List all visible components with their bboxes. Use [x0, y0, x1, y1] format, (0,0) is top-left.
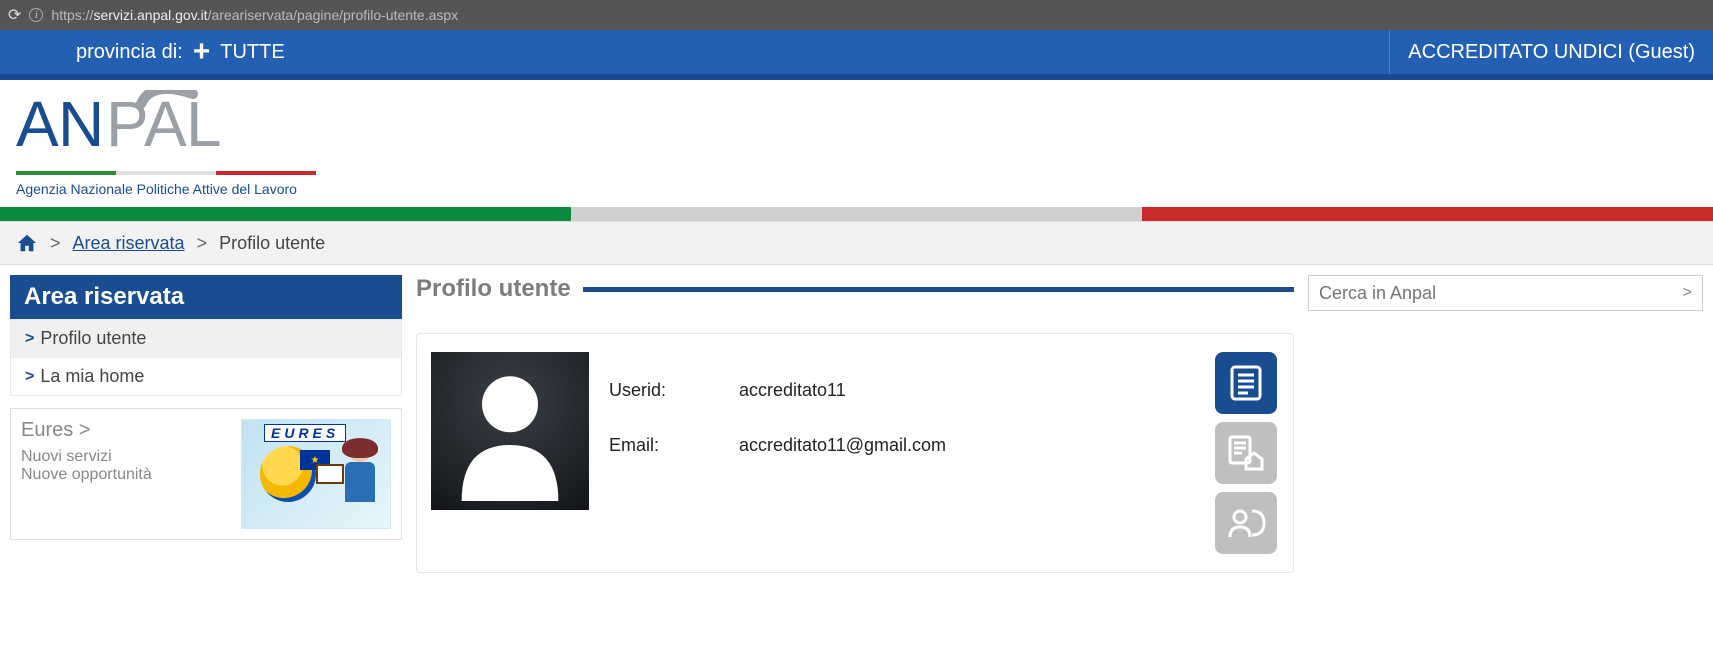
- email-value: accreditato11@gmail.com: [739, 435, 946, 456]
- logo-wordmark: A N P A L: [16, 90, 1713, 165]
- site-info-icon[interactable]: i: [29, 8, 43, 22]
- profile-fields: Userid: accreditato11 Email: accreditato…: [609, 352, 1193, 456]
- chevron-right-icon: >: [25, 330, 34, 348]
- profile-card: Userid: accreditato11 Email: accreditato…: [416, 333, 1294, 573]
- provincia-label: provincia di:: [76, 41, 183, 64]
- url-text[interactable]: https://servizi.anpal.gov.it/areariserva…: [51, 7, 458, 23]
- sidebar-item-label: La mia home: [40, 366, 144, 387]
- profile-details-button[interactable]: [1215, 352, 1277, 414]
- reload-icon[interactable]: ⟳: [8, 5, 21, 25]
- anpal-logo[interactable]: A N P A L Agenzia Nazionale Politiche At…: [16, 90, 1713, 197]
- search-box[interactable]: >: [1308, 275, 1703, 311]
- main-content: Profilo utente Userid: accreditato11 Ema…: [416, 275, 1294, 573]
- svg-text:A: A: [16, 90, 59, 160]
- userid-value: accreditato11: [739, 380, 846, 401]
- tricolor-stripe: [0, 207, 1713, 221]
- user-name-label: ACCREDITATO UNDICI (Guest): [1408, 41, 1695, 64]
- field-userid: Userid: accreditato11: [609, 380, 1193, 401]
- eures-image: EURES ★: [241, 419, 391, 529]
- logo-tricolor-small: [16, 171, 316, 175]
- userid-label: Userid:: [609, 380, 739, 401]
- search-go-icon[interactable]: >: [1683, 284, 1692, 302]
- browser-address-bar: ⟳ i https://servizi.anpal.gov.it/arearis…: [0, 0, 1713, 30]
- sidebar-item-label: Profilo utente: [40, 328, 146, 349]
- eures-promo[interactable]: Eures > Nuovi servizi Nuove opportunità …: [10, 408, 402, 540]
- avatar: [431, 352, 589, 510]
- breadcrumb: > Area riservata > Profilo utente: [0, 221, 1713, 265]
- sidebar-menu: > Profilo utente > La mia home: [10, 319, 402, 396]
- eures-line1: Nuovi servizi: [21, 448, 231, 466]
- sidebar-header: Area riservata: [10, 275, 402, 319]
- profile-actions: [1213, 352, 1279, 554]
- breadcrumb-area-link[interactable]: Area riservata: [73, 233, 185, 254]
- content-header: Profilo utente: [416, 275, 1294, 303]
- email-label: Email:: [609, 435, 739, 456]
- home-icon[interactable]: [16, 232, 38, 254]
- search-input[interactable]: [1319, 283, 1683, 304]
- provincia-selector[interactable]: provincia di: + TUTTE: [76, 37, 285, 67]
- person-illustration: [334, 440, 386, 528]
- user-info[interactable]: ACCREDITATO UNDICI (Guest): [1389, 30, 1713, 74]
- top-bar: provincia di: + TUTTE ACCREDITATO UNDICI…: [0, 30, 1713, 80]
- chevron-right-icon: >: [25, 368, 34, 386]
- header-rule: [583, 287, 1294, 292]
- profile-address-button[interactable]: [1215, 422, 1277, 484]
- breadcrumb-sep: >: [197, 233, 208, 254]
- eures-line2: Nuove opportunità: [21, 466, 231, 484]
- breadcrumb-current: Profilo utente: [219, 233, 325, 254]
- sidebar-item-home[interactable]: > La mia home: [11, 357, 401, 395]
- svg-text:N: N: [58, 90, 104, 160]
- page-title: Profilo utente: [416, 275, 571, 303]
- profile-contact-button[interactable]: [1215, 492, 1277, 554]
- field-email: Email: accreditato11@gmail.com: [609, 435, 1193, 456]
- eures-title: Eures >: [21, 419, 231, 442]
- svg-text:A: A: [144, 90, 187, 160]
- sidebar: Area riservata > Profilo utente > La mia…: [10, 275, 402, 540]
- provincia-value: TUTTE: [220, 41, 284, 64]
- logo-subtitle: Agenzia Nazionale Politiche Attive del L…: [16, 181, 1713, 197]
- right-column: >: [1308, 275, 1703, 311]
- plus-icon[interactable]: +: [193, 37, 211, 67]
- svg-text:L: L: [186, 90, 222, 160]
- logo-area: A N P A L Agenzia Nazionale Politiche At…: [0, 80, 1713, 207]
- breadcrumb-sep: >: [50, 233, 61, 254]
- sidebar-item-profilo[interactable]: > Profilo utente: [11, 320, 401, 357]
